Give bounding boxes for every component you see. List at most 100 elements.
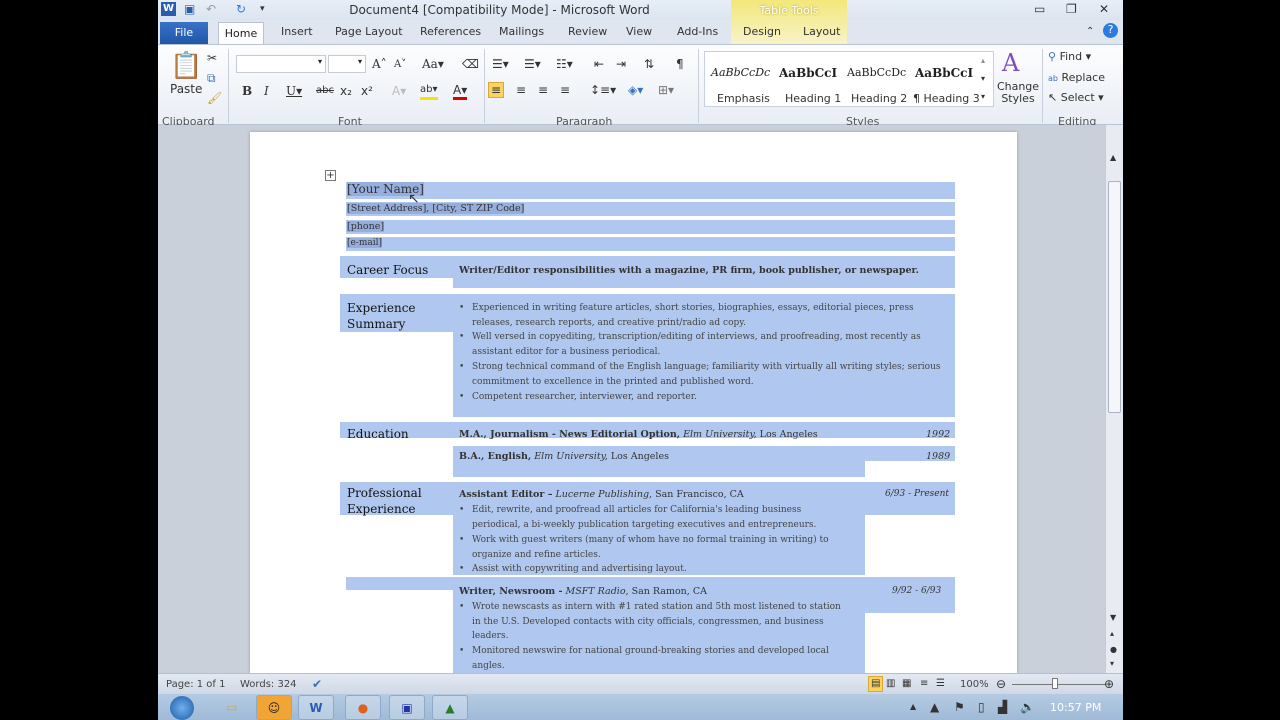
job-bullet[interactable]: Work with guest writers (many of whom ha…: [459, 533, 862, 562]
document-page[interactable]: + [Your Name] [Street Address], [City, S…: [250, 132, 1017, 673]
increase-indent-icon[interactable]: ⇥: [616, 57, 626, 71]
shrink-font-icon[interactable]: A˅: [394, 58, 406, 72]
styles-more-icon[interactable]: ▾: [981, 90, 985, 104]
font-color-icon[interactable]: A▾: [453, 83, 468, 100]
borders-icon[interactable]: ⊞▾: [658, 83, 674, 97]
start-button-icon[interactable]: [170, 696, 194, 720]
format-painter-icon[interactable]: 🖌: [207, 91, 222, 105]
bullets-icon[interactable]: ☰▾: [492, 57, 509, 71]
word-count[interactable]: Words: 324: [240, 678, 297, 692]
shading-icon[interactable]: ◈▾: [628, 83, 643, 97]
sort-icon[interactable]: ⇅: [644, 57, 654, 71]
style-heading1[interactable]: Heading 1: [785, 92, 841, 105]
summary-bullet[interactable]: Well versed in copyediting, transcriptio…: [459, 330, 942, 359]
firefox-taskbar-icon[interactable]: ●: [345, 695, 381, 720]
decrease-indent-icon[interactable]: ⇤: [594, 57, 604, 71]
strikethrough-icon[interactable]: abc: [316, 84, 334, 98]
font-name-combo[interactable]: ▾: [236, 55, 326, 73]
tab-design[interactable]: Design: [743, 25, 781, 38]
education-entry[interactable]: B.A., English, Elm University, Los Angel…: [459, 451, 669, 462]
zoom-in-icon[interactable]: ⊕: [1104, 677, 1114, 691]
taskbar-app-4[interactable]: ▣: [389, 695, 425, 720]
highlight-icon[interactable]: ab▾: [420, 83, 438, 100]
justify-icon[interactable]: ≡: [560, 83, 570, 97]
bold-icon[interactable]: B: [242, 84, 252, 98]
resume-phone[interactable]: [phone]: [347, 221, 385, 232]
job-bullet[interactable]: Assist with copywriting and advertising …: [459, 562, 862, 577]
superscript-icon[interactable]: x²: [361, 84, 373, 98]
page-count[interactable]: Page: 1 of 1: [166, 678, 225, 692]
vertical-scrollbar[interactable]: ▲ ▼ ▴ ● ▾: [1105, 125, 1123, 673]
scroll-up-icon[interactable]: ▲: [1110, 151, 1116, 165]
replace-button[interactable]: ab Replace: [1048, 71, 1105, 86]
zoom-level[interactable]: 100%: [960, 678, 989, 692]
cut-icon[interactable]: ✂: [207, 51, 217, 65]
draft-icon[interactable]: ☰: [936, 677, 945, 691]
browse-object-icon[interactable]: ●: [1110, 643, 1117, 657]
style-heading3[interactable]: ¶ Heading 3: [913, 92, 980, 105]
align-right-icon[interactable]: ≡: [538, 83, 548, 97]
minimize-icon[interactable]: ▭: [1034, 2, 1045, 16]
scroll-thumb[interactable]: [1108, 181, 1121, 413]
style-preview-emphasis[interactable]: AaBbCcDc: [711, 66, 770, 79]
zoom-out-icon[interactable]: ⊖: [996, 677, 1006, 691]
job-bullet[interactable]: Wrote newscasts as intern with #1 rated …: [459, 600, 847, 644]
tray-app-icon[interactable]: ▲: [930, 700, 939, 714]
paste-icon[interactable]: 📋: [170, 51, 202, 81]
line-spacing-icon[interactable]: ↕≡▾: [590, 83, 616, 97]
explorer-taskbar-icon[interactable]: ▭: [226, 700, 237, 714]
clear-formatting-icon[interactable]: ⌫: [462, 57, 479, 71]
print-layout-icon[interactable]: ▤: [868, 676, 884, 692]
resume-email[interactable]: [e-mail]: [347, 238, 383, 248]
align-center-icon[interactable]: ≡: [516, 83, 526, 97]
taskbar-app-1[interactable]: ☺: [256, 695, 292, 720]
summary-bullet[interactable]: Competent researcher, interviewer, and r…: [459, 390, 942, 405]
full-screen-reading-icon[interactable]: ▥: [886, 677, 895, 691]
numbering-icon[interactable]: ☰▾: [524, 57, 541, 71]
education-entry[interactable]: M.A., Journalism - News Editorial Option…: [459, 429, 818, 440]
job-bullet[interactable]: Monitored newswire for national ground-b…: [459, 644, 862, 673]
show-hidden-icons-icon[interactable]: ▲: [910, 700, 916, 714]
change-styles-button[interactable]: Change Styles: [996, 81, 1040, 105]
style-heading2[interactable]: Heading 2: [851, 92, 907, 105]
text-effects-icon[interactable]: A▾: [392, 84, 406, 98]
tab-page-layout[interactable]: Page Layout: [335, 25, 403, 38]
styles-scroll-up-icon[interactable]: ▴: [981, 54, 985, 68]
copy-icon[interactable]: ⧉: [207, 71, 216, 85]
previous-page-icon[interactable]: ▴: [1110, 627, 1114, 641]
taskbar-app-5[interactable]: ▲: [432, 695, 468, 720]
word-taskbar-icon[interactable]: W: [298, 695, 334, 720]
web-layout-icon[interactable]: ▦: [902, 677, 911, 691]
multilevel-list-icon[interactable]: ☷▾: [556, 57, 573, 71]
job-bullet[interactable]: Edit, rewrite, and proofread all article…: [459, 503, 842, 532]
network-icon[interactable]: ▟: [998, 700, 1007, 714]
tab-layout[interactable]: Layout: [803, 25, 840, 38]
table-move-handle-icon[interactable]: +: [325, 170, 336, 181]
zoom-slider[interactable]: [1012, 684, 1106, 685]
zoom-slider-thumb[interactable]: [1052, 678, 1058, 689]
clock[interactable]: 10:57 PM: [1050, 701, 1101, 715]
tab-add-ins[interactable]: Add-Ins: [677, 25, 718, 38]
tab-references[interactable]: References: [420, 25, 481, 38]
volume-icon[interactable]: 🔈: [1020, 700, 1035, 714]
tab-review[interactable]: Review: [568, 25, 607, 38]
career-focus-text[interactable]: Writer/Editor responsibilities with a ma…: [459, 265, 919, 276]
subscript-icon[interactable]: x₂: [340, 84, 352, 98]
change-styles-icon[interactable]: A: [1002, 49, 1019, 77]
grow-font-icon[interactable]: A˄: [372, 57, 387, 71]
style-preview-heading3[interactable]: AaBbCcI: [915, 66, 973, 80]
find-button[interactable]: ⚲ Find ▾: [1048, 50, 1091, 64]
restore-icon[interactable]: ❐: [1066, 2, 1077, 16]
close-icon[interactable]: ✕: [1099, 2, 1109, 16]
select-button[interactable]: ↖ Select ▾: [1048, 91, 1104, 105]
job-heading[interactable]: Writer, Newsroom - MSFT Radio, San Ramon…: [459, 586, 707, 597]
paste-button[interactable]: Paste: [170, 82, 202, 96]
next-page-icon[interactable]: ▾: [1110, 657, 1114, 671]
battery-icon[interactable]: ▯: [978, 700, 985, 714]
tab-view[interactable]: View: [626, 25, 652, 38]
help-icon[interactable]: ?: [1103, 23, 1118, 38]
align-left-icon[interactable]: ≡: [488, 82, 505, 98]
style-emphasis[interactable]: Emphasis: [717, 92, 770, 105]
job-heading[interactable]: Assistant Editor – Lucerne Publishing, S…: [459, 489, 744, 500]
style-preview-heading2[interactable]: AaBbCcDc: [847, 66, 906, 79]
